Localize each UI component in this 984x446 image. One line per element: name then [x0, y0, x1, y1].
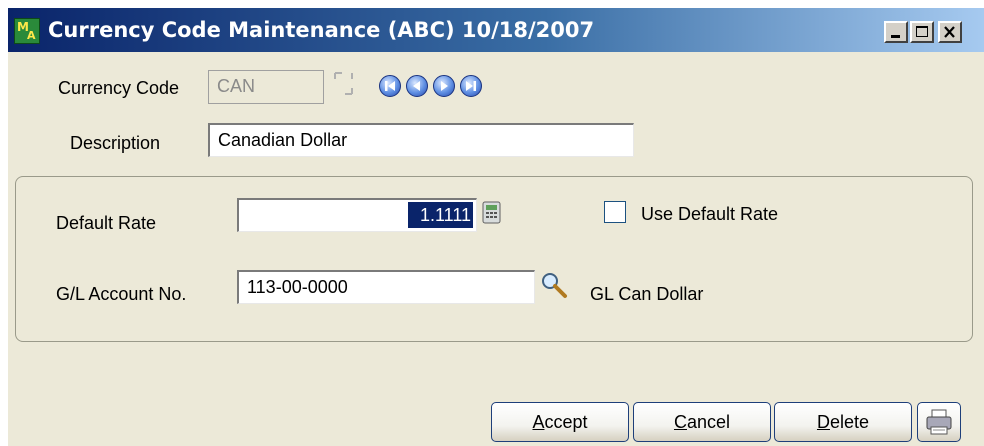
first-record-icon — [385, 81, 395, 91]
window-title: Currency Code Maintenance (ABC) 10/18/20… — [48, 18, 595, 42]
last-record-button[interactable] — [460, 75, 482, 97]
gl-account-field[interactable]: 113-00-0000 — [237, 270, 535, 304]
printer-icon — [926, 409, 952, 435]
use-default-rate-label: Use Default Rate — [641, 204, 779, 224]
delete-button[interactable]: Delete — [774, 402, 912, 442]
magnifier-lookup-icon[interactable] — [539, 270, 569, 300]
currency-code-maintenance-window: MA Currency Code Maintenance (ABC) 10/18… — [8, 8, 984, 446]
minimize-button[interactable] — [884, 21, 908, 43]
currency-code-label: Currency Code — [58, 78, 180, 98]
cancel-button[interactable]: Cancel — [633, 402, 771, 442]
description-field[interactable]: Canadian Dollar — [208, 123, 634, 157]
print-button[interactable] — [917, 402, 961, 442]
title-bar[interactable]: MA Currency Code Maintenance (ABC) 10/18… — [8, 8, 984, 52]
minimize-icon — [891, 35, 900, 38]
default-rate-label: Default Rate — [56, 213, 157, 233]
accept-button[interactable]: Accept — [491, 402, 629, 442]
default-rate-value: 1.1111 — [407, 202, 473, 228]
gl-account-label: G/L Account No. — [56, 284, 187, 304]
next-record-button[interactable] — [433, 75, 455, 97]
next-record-icon — [441, 81, 448, 91]
previous-record-button[interactable] — [406, 75, 428, 97]
maximize-button[interactable] — [910, 21, 934, 43]
default-rate-field[interactable]: 1.1111 — [237, 198, 477, 232]
maximize-icon — [916, 26, 928, 37]
close-button[interactable] — [938, 21, 962, 43]
description-label: Description — [70, 133, 161, 153]
last-record-icon — [466, 81, 476, 91]
previous-record-icon — [413, 81, 420, 91]
gl-account-description: GL Can Dollar — [590, 284, 704, 304]
close-icon — [944, 26, 955, 38]
app-icon: MA — [14, 18, 40, 44]
use-default-rate-checkbox[interactable] — [604, 201, 626, 223]
accept-button-label: Accept — [532, 412, 588, 432]
calculator-icon[interactable] — [482, 201, 502, 225]
first-record-button[interactable] — [379, 75, 401, 97]
currency-code-field[interactable]: CAN — [208, 70, 324, 104]
cancel-button-label: Cancel — [673, 412, 731, 432]
delete-button-label: Delete — [816, 412, 870, 432]
lookup-bracket-icon[interactable] — [332, 70, 358, 100]
